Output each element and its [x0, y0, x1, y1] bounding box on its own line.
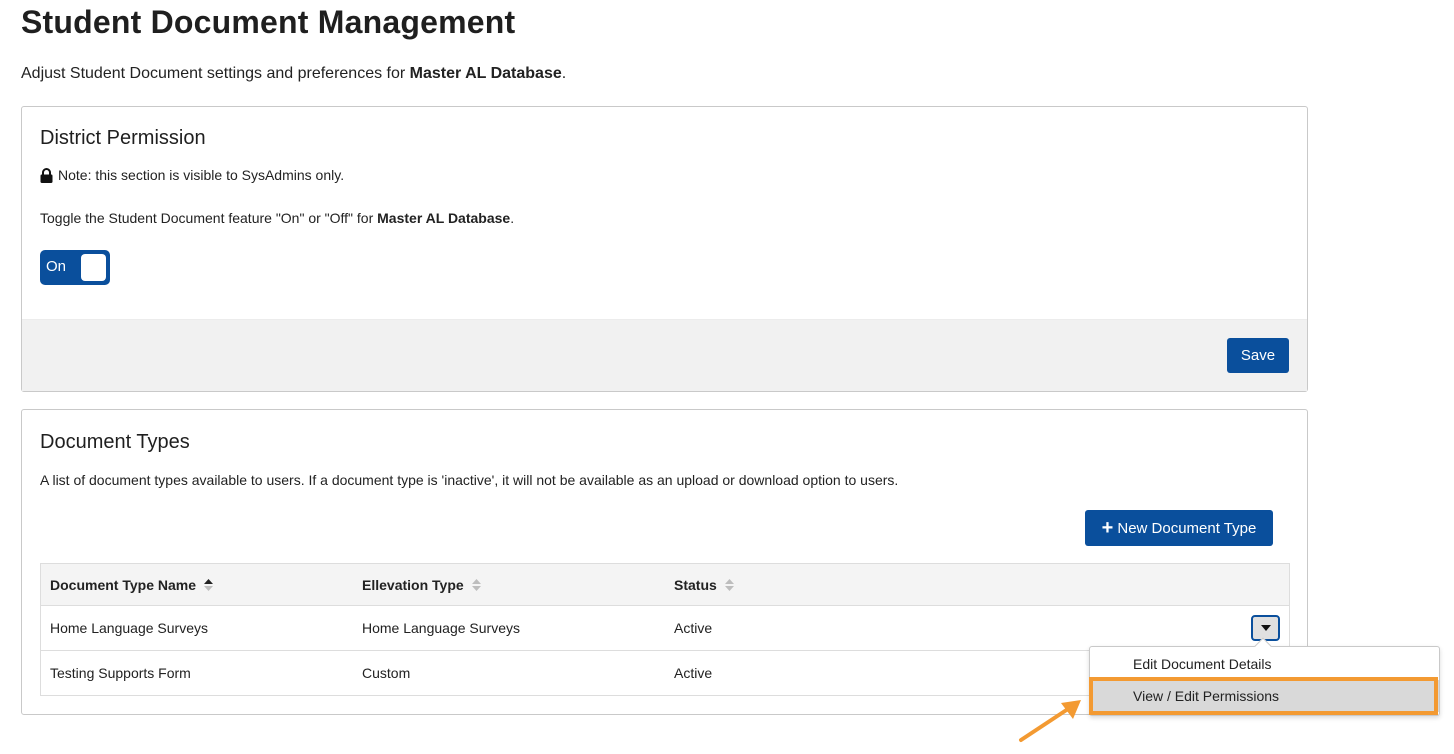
column-header-name[interactable]: Document Type Name	[50, 564, 213, 605]
new-document-type-button[interactable]: + New Document Type	[1085, 510, 1273, 546]
subtitle-text: Adjust Student Document settings and pre…	[21, 65, 410, 82]
document-status: Active	[674, 665, 713, 681]
column-header-type-label: Ellevation Type	[362, 576, 464, 593]
sort-icon	[724, 578, 734, 591]
column-header-name-label: Document Type Name	[50, 576, 196, 593]
document-status: Active	[674, 620, 713, 636]
document-type-name: Testing Supports Form	[50, 665, 191, 681]
document-types-description: A list of document types available to us…	[40, 472, 899, 488]
sysadmin-note-text: Note: this section is visible to SysAdmi…	[58, 167, 345, 183]
toggle-description-text: Toggle the Student Document feature "On"…	[40, 210, 378, 226]
toggle-description-database: Master AL Database	[377, 210, 511, 226]
table-header-row: Document Type Name Ellevation Type Statu…	[41, 564, 1289, 605]
column-header-status-label: Status	[674, 576, 717, 593]
database-name: Master AL Database	[409, 65, 562, 82]
annotation-arrow-icon	[1019, 700, 1081, 742]
table-row: Home Language Surveys Home Language Surv…	[41, 605, 1289, 650]
column-header-status[interactable]: Status	[674, 564, 734, 605]
lock-icon	[40, 167, 53, 183]
row-actions-menu: Edit Document Details View / Edit Permis…	[1089, 637, 1440, 716]
new-document-type-label: New Document Type	[1117, 519, 1257, 537]
toggle-description: Toggle the Student Document feature "On"…	[40, 210, 514, 226]
toggle-knob	[81, 254, 106, 281]
district-permission-panel: District Permission Note: this section i…	[21, 106, 1308, 392]
caret-down-icon	[1260, 625, 1271, 631]
sysadmin-note: Note: this section is visible to SysAdmi…	[40, 167, 344, 183]
toggle-description-period: .	[510, 210, 515, 226]
district-panel-footer: Save	[22, 319, 1307, 391]
page-subtitle: Adjust Student Document settings and pre…	[21, 65, 566, 83]
edit-document-details-item[interactable]: Edit Document Details	[1090, 649, 1439, 679]
view-edit-permissions-item[interactable]: View / Edit Permissions	[1090, 680, 1439, 712]
sort-icon	[471, 578, 481, 591]
document-types-heading: Document Types	[40, 431, 190, 453]
district-permission-heading: District Permission	[40, 127, 206, 149]
ellevation-type: Home Language Surveys	[362, 620, 520, 636]
save-button[interactable]: Save	[1227, 338, 1289, 373]
sort-ascending-icon	[204, 578, 213, 591]
feature-toggle[interactable]: On	[40, 250, 110, 285]
toggle-label: On	[46, 258, 67, 275]
plus-icon: +	[1101, 517, 1114, 539]
subtitle-period: .	[561, 65, 567, 82]
row-actions-dropdown-button[interactable]	[1251, 615, 1280, 641]
page-title: Student Document Management	[21, 4, 516, 40]
column-header-type[interactable]: Ellevation Type	[362, 564, 481, 605]
ellevation-type: Custom	[362, 665, 411, 681]
document-type-name: Home Language Surveys	[50, 620, 208, 636]
